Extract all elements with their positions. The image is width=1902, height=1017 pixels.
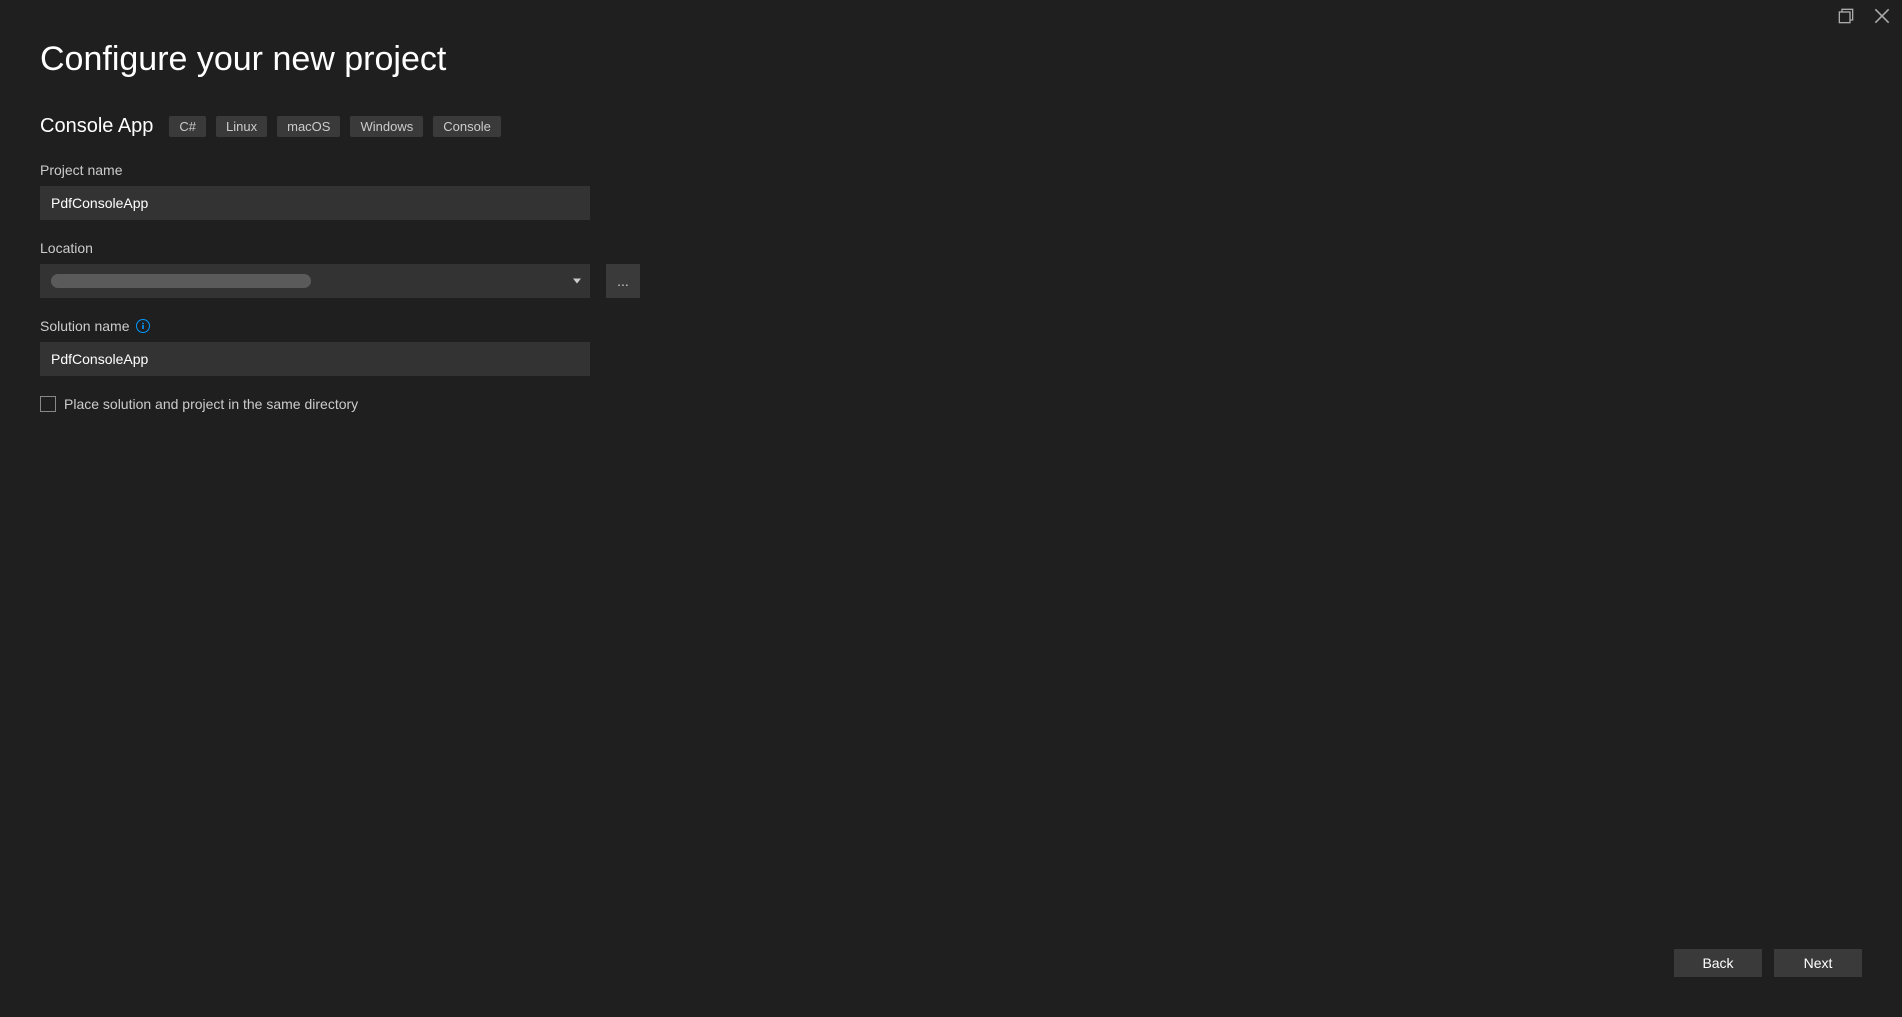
location-label: Location — [40, 240, 1862, 256]
back-button[interactable]: Back — [1674, 949, 1762, 977]
tag-windows: Windows — [350, 116, 423, 137]
project-name-input[interactable] — [40, 186, 590, 220]
solution-name-label-row: Solution name — [40, 318, 1862, 334]
maximize-icon[interactable] — [1838, 8, 1854, 24]
tag-linux: Linux — [216, 116, 267, 137]
solution-name-label: Solution name — [40, 318, 130, 334]
browse-button[interactable]: ... — [606, 264, 640, 298]
template-name: Console App — [40, 115, 153, 138]
close-icon[interactable] — [1874, 8, 1890, 24]
same-directory-label[interactable]: Place solution and project in the same d… — [64, 396, 358, 412]
project-name-label: Project name — [40, 162, 1862, 178]
location-combo[interactable] — [40, 264, 590, 298]
location-redacted-path — [51, 274, 311, 288]
chevron-down-icon[interactable] — [573, 279, 581, 284]
location-row: ... — [40, 264, 1862, 298]
project-name-section: Project name — [40, 162, 1862, 220]
next-button[interactable]: Next — [1774, 949, 1862, 977]
solution-name-section: Solution name — [40, 318, 1862, 376]
same-directory-row: Place solution and project in the same d… — [40, 396, 1862, 412]
info-icon[interactable] — [136, 319, 150, 333]
tag-csharp: C# — [169, 116, 206, 137]
window-title-bar — [1826, 0, 1902, 32]
solution-name-input[interactable] — [40, 342, 590, 376]
same-directory-checkbox[interactable] — [40, 396, 56, 412]
tag-console: Console — [433, 116, 501, 137]
main-content: Configure your new project Console App C… — [0, 0, 1902, 412]
location-section: Location ... — [40, 240, 1862, 298]
page-title: Configure your new project — [40, 40, 1862, 79]
footer: Back Next — [1674, 949, 1862, 977]
tag-macos: macOS — [277, 116, 340, 137]
template-tags: C# Linux macOS Windows Console — [169, 116, 501, 137]
template-row: Console App C# Linux macOS Windows Conso… — [40, 115, 1862, 138]
